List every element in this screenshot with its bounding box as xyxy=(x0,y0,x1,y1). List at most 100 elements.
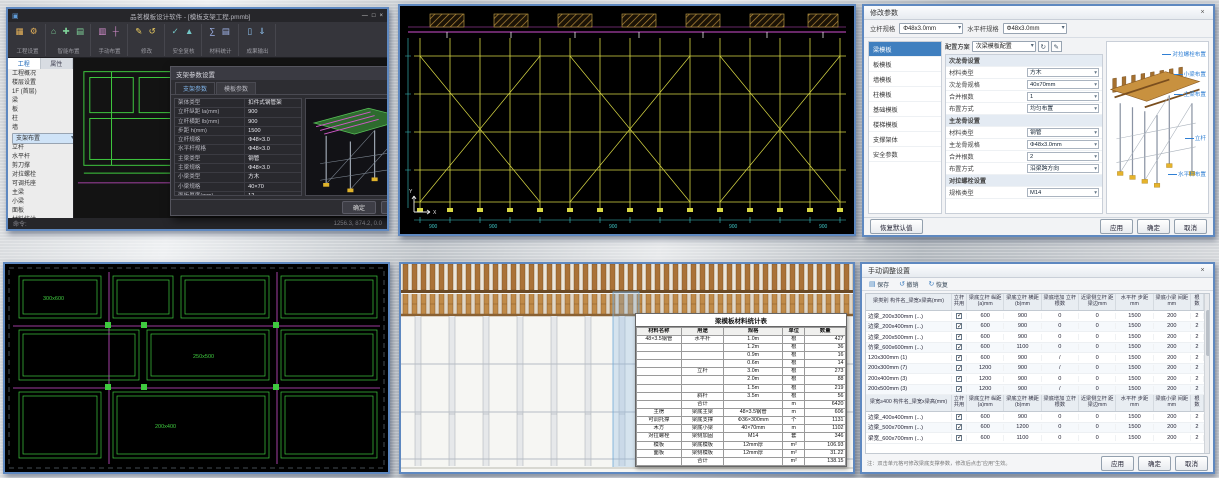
p3-titlebar[interactable]: 修改参数 × xyxy=(864,6,1213,20)
cancel-button[interactable]: 取消 xyxy=(381,201,389,214)
p1-titlebar[interactable]: ▣ 品茗模板设计软件 - [模板支架工程.pmmb] — □ × xyxy=(8,9,387,22)
p6-titlebar[interactable]: 手动调整设置 × xyxy=(862,264,1213,278)
reset-defaults-button[interactable]: 恢复默认值 xyxy=(870,219,923,234)
property-value[interactable]: Φ48×3.0 xyxy=(244,145,301,153)
nav-item[interactable]: 梁模板 xyxy=(869,42,941,57)
property-value[interactable]: Φ48×3.0 xyxy=(244,164,301,172)
row-checkbox[interactable] xyxy=(956,414,962,420)
table-row[interactable]: 梁宽_600x700mm (...) 600 1100 0 0 1500 200… xyxy=(866,433,1204,444)
dialog-titlebar[interactable]: 支架参数设置 × xyxy=(171,67,389,80)
row-checkbox[interactable] xyxy=(956,334,962,340)
tree-item[interactable]: 材料统计 xyxy=(12,216,73,218)
tree-item[interactable]: 梁 xyxy=(12,97,73,106)
ok-button[interactable]: 确定 xyxy=(342,201,376,214)
pole-spec-select[interactable]: Φ48x3.0mm xyxy=(899,23,963,34)
param-value-select[interactable]: 钢管 xyxy=(1027,128,1099,138)
row-checkbox[interactable] xyxy=(956,424,962,430)
property-value[interactable]: 1500 xyxy=(244,127,301,135)
ribbon-group[interactable]: ✓ ▲ 安全复核 xyxy=(166,24,202,56)
close-icon[interactable]: × xyxy=(1195,267,1210,274)
property-row[interactable]: 立杆规格 Φ48×3.0 xyxy=(175,136,301,145)
cad-canvas[interactable]: 支架参数设置 × 支架参数 模板参数 架体类型 扣件 xyxy=(74,58,387,218)
property-row[interactable]: 小梁类型 方木 xyxy=(175,173,301,182)
tree-item[interactable]: 主梁 xyxy=(12,189,73,198)
scheme-select[interactable]: 次梁模板配置 xyxy=(972,41,1036,52)
close-icon[interactable]: × xyxy=(379,13,383,19)
property-value[interactable]: 900 xyxy=(244,118,301,126)
ribbon-group[interactable]: ∑ ▤ 材料统计 xyxy=(203,24,239,56)
tree-item[interactable]: 工程概况 xyxy=(12,70,73,79)
table-row[interactable]: 边梁_200x400mm (...) 600 900 0 0 1500 200 … xyxy=(866,322,1204,333)
table-row[interactable]: 200x400mm (3) 1200 900 0 0 1500 200 2 xyxy=(866,374,1204,385)
property-row[interactable]: 小梁规格 40×70 xyxy=(175,183,301,192)
nav-item[interactable]: 板模板 xyxy=(869,57,941,72)
nav-item[interactable]: 楼梯模板 xyxy=(869,117,941,132)
elevation-drawing[interactable]: 900 900 900 900 900 X Y xyxy=(400,6,854,234)
property-row[interactable]: 架体类型 扣件式钢管架 xyxy=(175,99,301,108)
property-row[interactable]: 主梁规格 Φ48×3.0 xyxy=(175,164,301,173)
scrollbar[interactable] xyxy=(1204,294,1209,453)
row-checkbox[interactable] xyxy=(956,313,962,319)
tab-scaffold-params[interactable]: 支架参数 xyxy=(175,82,215,94)
scrollbar-thumb[interactable] xyxy=(1206,310,1210,356)
tree-item[interactable]: 对拉螺栓 xyxy=(12,171,73,180)
property-row[interactable]: 立杆横距 lb(mm) 900 xyxy=(175,118,301,127)
nav-item[interactable]: 柱模板 xyxy=(869,87,941,102)
table-row[interactable]: 边梁_200x300mm (...) 600 900 0 0 1500 200 … xyxy=(866,311,1204,322)
command-prompt[interactable]: 命令: xyxy=(13,219,27,228)
property-value[interactable]: 方木 xyxy=(244,173,301,181)
nav-item[interactable]: 安全参数 xyxy=(869,147,941,162)
ok-button[interactable]: 确定 xyxy=(1137,219,1170,234)
tree-item[interactable]: 立杆 xyxy=(12,144,73,153)
toolbar-button[interactable]: ▤ 保存 xyxy=(866,280,892,289)
cancel-button[interactable]: 取消 xyxy=(1175,456,1208,471)
table-row[interactable]: 200x300mm (7) 1200 900 / 0 1500 200 2 xyxy=(866,364,1204,375)
ribbon-group[interactable]: ▯ ⇓ 成果输出 xyxy=(240,24,276,56)
refresh-icon[interactable]: ↻ xyxy=(1038,41,1049,52)
row-checkbox[interactable] xyxy=(956,344,962,350)
param-value-select[interactable]: 2 xyxy=(1027,152,1099,162)
property-value[interactable]: Φ48×3.0 xyxy=(244,136,301,144)
row-checkbox[interactable] xyxy=(956,435,962,441)
property-row[interactable]: 水平杆规格 Φ48×3.0 xyxy=(175,145,301,154)
beam-plan-drawing[interactable]: 300x600 250x500 200x400 xyxy=(5,264,388,472)
table-row[interactable]: 边梁_500x700mm (...) 600 1200 0 0 1500 200… xyxy=(866,423,1204,434)
tree-item[interactable]: 1F (首层) xyxy=(12,88,73,97)
ok-button[interactable]: 确定 xyxy=(1138,456,1171,471)
apply-button[interactable]: 应用 xyxy=(1100,219,1133,234)
tree-item[interactable]: 小梁 xyxy=(12,198,73,207)
tree-item[interactable]: 支架布置 xyxy=(12,133,73,144)
scaffold-3d-preview[interactable] xyxy=(305,98,389,196)
tree-item[interactable]: 柱 xyxy=(12,115,73,124)
property-row[interactable]: 主梁类型 钢管 xyxy=(175,155,301,164)
param-value-select[interactable]: 均匀布置 xyxy=(1027,104,1099,114)
close-icon[interactable]: × xyxy=(1195,9,1210,16)
property-value[interactable]: 40×70 xyxy=(244,183,301,191)
tree-item[interactable]: 墙 xyxy=(12,124,73,133)
property-value[interactable]: 扣件式钢管架 xyxy=(244,99,301,107)
table-row[interactable]: 边梁_200x500mm (...) 600 900 0 0 1500 200 … xyxy=(866,332,1204,343)
param-value-select[interactable]: 40x70mm xyxy=(1027,80,1099,90)
tree-item[interactable]: 可调托座 xyxy=(12,180,73,189)
tree-item[interactable]: 水平杆 xyxy=(12,153,73,162)
table-row[interactable]: 120x300mm (1) 600 900 / 0 1500 200 2 xyxy=(866,353,1204,364)
param-value-select[interactable]: 1 xyxy=(1027,92,1099,102)
table-row[interactable]: 200x500mm (3) 1200 900 / 0 1500 200 2 xyxy=(866,385,1204,396)
tab-formwork-params[interactable]: 模板参数 xyxy=(216,82,256,94)
row-checkbox[interactable] xyxy=(956,386,962,392)
tree-tab-props[interactable]: 属性 xyxy=(41,58,74,69)
ribbon-group[interactable]: ▦ ⚙ 工程设置 xyxy=(10,24,46,56)
property-value[interactable]: 900 xyxy=(244,108,301,116)
edit-icon[interactable]: ✎ xyxy=(1051,41,1062,52)
ribbon-group[interactable]: ✎ ↺ 修改 xyxy=(129,24,165,56)
row-checkbox[interactable] xyxy=(956,376,962,382)
tree-item[interactable]: 面板 xyxy=(12,207,73,216)
nav-item[interactable]: 基础模板 xyxy=(869,102,941,117)
table-row[interactable]: 仿梁_600x600mm (...) 600 1100 0 0 1500 200… xyxy=(866,343,1204,354)
param-value-select[interactable]: 沿梁跨方向 xyxy=(1027,164,1099,174)
param-value-select[interactable]: M14 xyxy=(1027,188,1099,198)
apply-button[interactable]: 应用 xyxy=(1101,456,1134,471)
tree-item[interactable]: 剪刀撑 xyxy=(12,162,73,171)
row-checkbox[interactable] xyxy=(956,355,962,361)
param-value-select[interactable]: Φ48x3.0mm xyxy=(1027,140,1099,150)
